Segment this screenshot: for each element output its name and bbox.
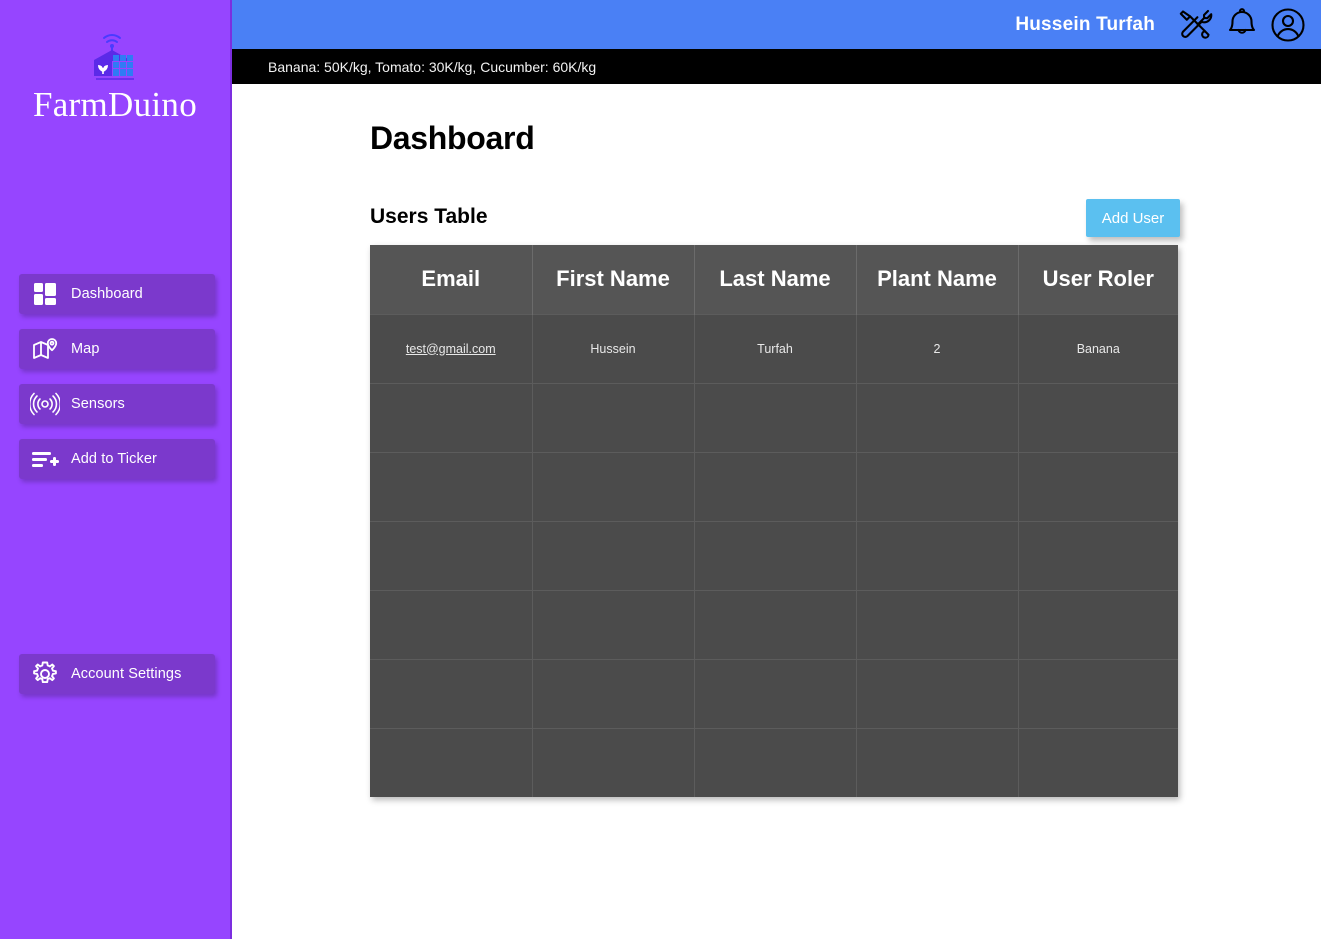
sidebar-item-label: Sensors <box>71 396 125 412</box>
cell-email <box>370 727 533 797</box>
user-account-icon[interactable] <box>1265 5 1311 45</box>
cell-last-name: Turfah <box>694 313 857 383</box>
cell-last-name <box>694 589 857 659</box>
table-body: test@gmail.com Hussein Turfah 2 Banana <box>370 313 1178 797</box>
cell-first-name: Hussein <box>532 313 695 383</box>
cell-first-name <box>532 658 695 728</box>
table-row <box>370 658 1178 728</box>
gear-icon <box>19 661 71 687</box>
cell-email <box>370 451 533 521</box>
cell-last-name <box>694 727 857 797</box>
page-title: Dashboard <box>370 120 535 156</box>
brand-name: FarmDuino <box>32 85 198 124</box>
map-pin-icon <box>19 337 71 361</box>
cell-last-name <box>694 451 857 521</box>
dashboard-grid-icon <box>19 282 71 306</box>
user-name-label: Hussein Turfah <box>1015 13 1155 35</box>
cell-email <box>370 520 533 590</box>
cell-plant-name <box>856 382 1019 452</box>
cell-email <box>370 382 533 452</box>
cell-plant-name <box>856 589 1019 659</box>
sidebar-item-dashboard[interactable]: Dashboard <box>19 274 215 314</box>
cell-user-role <box>1018 727 1178 797</box>
sidebar-item-label: Map <box>71 341 100 357</box>
signal-waves-icon <box>19 392 71 416</box>
cell-last-name <box>694 658 857 728</box>
column-header-plant-name[interactable]: Plant Name <box>856 245 1019 314</box>
tools-icon[interactable] <box>1173 5 1219 45</box>
cell-email <box>370 658 533 728</box>
cell-last-name <box>694 520 857 590</box>
column-header-last-name[interactable]: Last Name <box>694 245 857 314</box>
cell-email: test@gmail.com <box>370 313 533 383</box>
sidebar-item-map[interactable]: Map <box>19 329 215 369</box>
table-row <box>370 451 1178 521</box>
cell-user-role <box>1018 589 1178 659</box>
column-header-email[interactable]: Email <box>370 245 533 314</box>
sidebar-item-sensors[interactable]: Sensors <box>19 384 215 424</box>
add-user-button[interactable]: Add User <box>1086 199 1180 237</box>
cell-first-name <box>532 520 695 590</box>
table-row: test@gmail.com Hussein Turfah 2 Banana <box>370 313 1178 383</box>
sidebar-item-label: Add to Ticker <box>71 451 157 467</box>
cell-user-role <box>1018 382 1178 452</box>
cell-user-role <box>1018 658 1178 728</box>
sidebar-nav: Dashboard Map Sensors Add to Ticker <box>19 274 215 494</box>
cell-first-name <box>532 727 695 797</box>
brand: FarmDuino <box>0 0 230 125</box>
main-content: Dashboard Users Table Add User Email Fir… <box>232 84 1321 939</box>
sidebar-item-add-to-ticker[interactable]: Add to Ticker <box>19 439 215 479</box>
price-ticker-bar: Banana: 50K/kg, Tomato: 30K/kg, Cucumber… <box>232 49 1321 84</box>
cell-user-role: Banana <box>1018 313 1178 383</box>
cell-plant-name: 2 <box>856 313 1019 383</box>
sidebar-item-account-settings[interactable]: Account Settings <box>19 654 215 694</box>
app-root: FarmDuino Dashboard Map Sensors Add to T… <box>0 0 1321 939</box>
cell-last-name <box>694 382 857 452</box>
cell-user-role <box>1018 451 1178 521</box>
table-row <box>370 520 1178 590</box>
cell-user-role <box>1018 520 1178 590</box>
cell-plant-name <box>856 658 1019 728</box>
cell-first-name <box>532 589 695 659</box>
table-row <box>370 382 1178 452</box>
table-header-row: Email First Name Last Name Plant Name Us… <box>370 245 1178 314</box>
cell-plant-name <box>856 520 1019 590</box>
cell-first-name <box>532 451 695 521</box>
sidebar-item-label: Dashboard <box>71 286 143 302</box>
sidebar: FarmDuino Dashboard Map Sensors Add to T… <box>0 0 232 939</box>
list-plus-icon <box>19 448 71 470</box>
cell-plant-name <box>856 451 1019 521</box>
cell-email <box>370 589 533 659</box>
email-link[interactable]: test@gmail.com <box>406 342 496 356</box>
table-header: Email First Name Last Name Plant Name Us… <box>370 245 1178 314</box>
greenhouse-wifi-logo <box>94 34 134 80</box>
bell-icon[interactable] <box>1219 5 1265 45</box>
table-title: Users Table <box>370 205 488 228</box>
ticker-text: Banana: 50K/kg, Tomato: 30K/kg, Cucumber… <box>268 58 597 75</box>
table-row <box>370 589 1178 659</box>
cell-plant-name <box>856 727 1019 797</box>
cell-first-name <box>532 382 695 452</box>
users-table: Email First Name Last Name Plant Name Us… <box>370 245 1178 797</box>
sidebar-item-label: Account Settings <box>71 666 182 682</box>
column-header-first-name[interactable]: First Name <box>532 245 695 314</box>
top-header-bar: Hussein Turfah <box>232 0 1321 49</box>
column-header-user-role[interactable]: User Roler <box>1018 245 1178 314</box>
table-row <box>370 727 1178 797</box>
